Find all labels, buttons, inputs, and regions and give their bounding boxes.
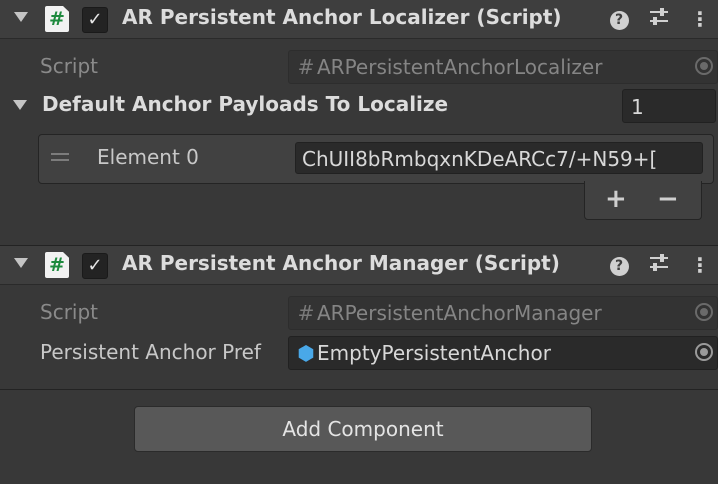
inspector-panel: # ✓ AR Persistent Anchor Localizer (Scri… [0, 0, 718, 484]
script-icon: # [45, 6, 69, 32]
array-size-input[interactable]: 1 [622, 89, 716, 123]
presets-icon[interactable] [647, 253, 671, 277]
array-foldout-arrow-icon[interactable] [13, 100, 27, 110]
foldout-arrow-icon[interactable] [14, 12, 28, 22]
add-component-button[interactable]: Add Component [134, 406, 592, 452]
manager-component-header[interactable]: # ✓ AR Persistent Anchor Manager (Script… [0, 245, 718, 285]
presets-icon[interactable] [647, 7, 671, 31]
array-label: Default Anchor Payloads To Localize [42, 92, 449, 116]
object-picker-icon [695, 57, 713, 75]
script-value: ARPersistentAnchorLocalizer [317, 55, 603, 79]
component-enabled-checkbox[interactable]: ✓ [82, 7, 108, 33]
script-label: Script [40, 300, 99, 324]
element-label: Element 0 [97, 145, 199, 169]
kebab-menu-icon[interactable]: ⋮ [688, 7, 712, 31]
script-object-field: # ARPersistentAnchorLocalizer [288, 50, 718, 84]
component-enabled-checkbox[interactable]: ✓ [82, 253, 108, 279]
prefab-object-field[interactable]: ⬢ EmptyPersistentAnchor [288, 336, 718, 370]
script-value: ARPersistentAnchorManager [317, 301, 602, 325]
array-list: Element 0 ChUII8bRmbqxnKDeARCc7/+N59+[ [38, 134, 714, 184]
add-element-button[interactable]: + [605, 184, 627, 214]
help-icon: ? [609, 257, 629, 276]
script-hash-icon: # [297, 55, 315, 79]
kebab-menu-icon[interactable]: ⋮ [688, 253, 712, 277]
element-text-field[interactable]: ChUII8bRmbqxnKDeARCc7/+N59+[ [295, 142, 703, 174]
object-picker-icon[interactable] [695, 343, 713, 361]
help-icon: ? [609, 11, 629, 30]
prefab-value: EmptyPersistentAnchor [317, 341, 551, 365]
script-hash-icon: # [297, 301, 315, 325]
help-button[interactable]: ? [607, 253, 631, 277]
list-footer: + − [584, 181, 702, 220]
sliders-icon [650, 254, 668, 271]
sliders-icon [650, 8, 668, 25]
prefab-cube-icon: ⬢ [297, 341, 315, 365]
script-icon: # [45, 252, 69, 278]
object-picker-icon [695, 303, 713, 321]
prefab-label: Persistent Anchor Pref [40, 340, 261, 364]
script-label: Script [40, 54, 99, 78]
remove-element-button[interactable]: − [657, 184, 679, 214]
foldout-arrow-icon[interactable] [14, 258, 28, 268]
component-title: AR Persistent Anchor Localizer (Script) [122, 5, 562, 29]
help-button[interactable]: ? [607, 7, 631, 31]
drag-handle-icon[interactable] [51, 153, 69, 161]
localizer-component-header[interactable]: # ✓ AR Persistent Anchor Localizer (Scri… [0, 0, 718, 39]
separator [0, 389, 718, 390]
script-object-field: # ARPersistentAnchorManager [288, 296, 718, 330]
component-title: AR Persistent Anchor Manager (Script) [122, 251, 560, 275]
